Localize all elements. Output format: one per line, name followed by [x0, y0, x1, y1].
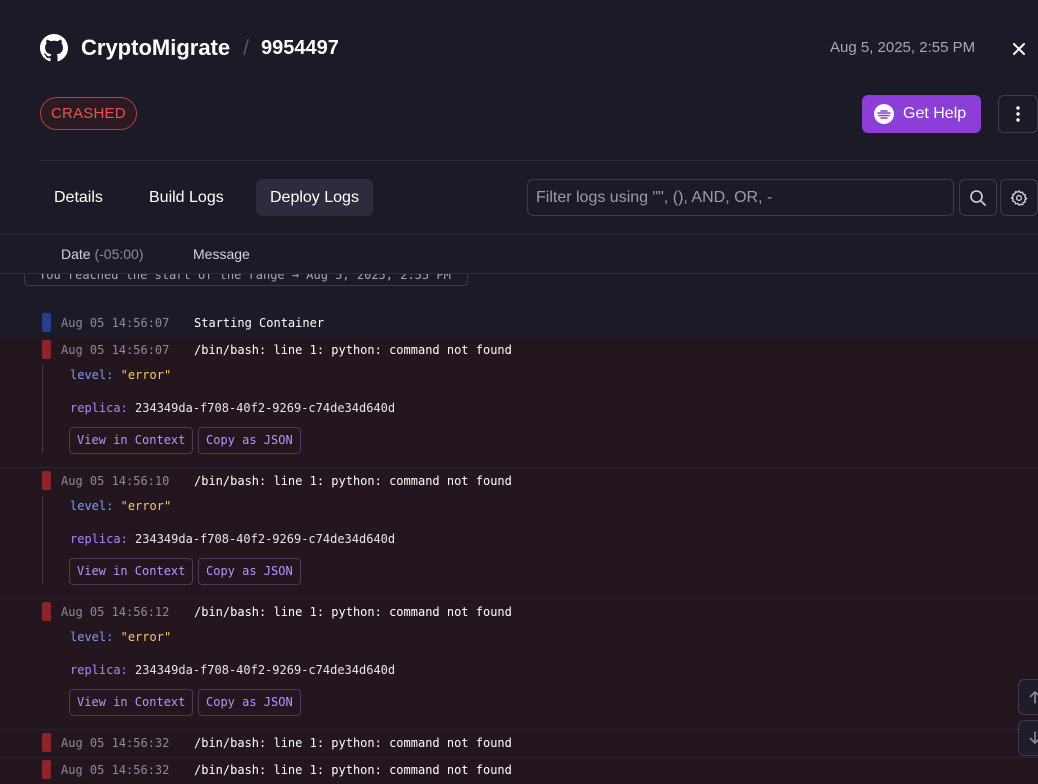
attribute-level: level: "error": [70, 368, 172, 382]
copy-as-json-button[interactable]: Copy as JSON: [198, 689, 301, 716]
close-icon: [1013, 43, 1025, 55]
log-list[interactable]: You reached the start of the range → Aug…: [0, 274, 1038, 784]
log-time: Aug 05 14:56:07: [61, 343, 170, 357]
detail-guide-line: [42, 365, 43, 453]
log-time: Aug 05 14:56:12: [61, 605, 170, 619]
header-divider: [40, 160, 1038, 161]
search-button[interactable]: [959, 179, 997, 216]
log-message: Starting Container: [194, 316, 325, 330]
tab-deploy-logs[interactable]: Deploy Logs: [256, 179, 373, 216]
log-row[interactable]: Aug 05 14:56:32 /bin/bash: line 1: pytho…: [0, 731, 1038, 758]
arrow-down-icon: [1029, 731, 1038, 745]
log-settings-button[interactable]: [1000, 179, 1038, 216]
project-name[interactable]: CryptoMigrate: [81, 34, 230, 62]
log-time: Aug 05 14:56:07: [61, 316, 170, 330]
help-railway-icon: [874, 104, 894, 124]
error-level-indicator: [42, 340, 51, 359]
message-column-header[interactable]: Message: [193, 245, 250, 263]
log-row[interactable]: Aug 05 14:56:32 /bin/bash: line 1: pytho…: [0, 758, 1038, 784]
scroll-to-bottom-button[interactable]: [1018, 720, 1038, 756]
attribute-replica: replica: 234349da-f708-40f2-9269-c74de34…: [70, 663, 396, 677]
log-message: /bin/bash: line 1: python: command not f…: [194, 736, 512, 750]
error-level-indicator: [42, 471, 51, 490]
search-icon: [970, 189, 986, 206]
github-icon: [40, 34, 68, 62]
log-message: /bin/bash: line 1: python: command not f…: [194, 343, 512, 357]
deployment-id: 9954497: [261, 37, 339, 59]
copy-as-json-button[interactable]: Copy as JSON: [198, 558, 301, 585]
tab-details[interactable]: Details: [40, 179, 117, 216]
gear-icon: [1010, 189, 1028, 206]
error-level-indicator: [42, 733, 51, 752]
view-in-context-button[interactable]: View in Context: [69, 689, 194, 716]
close-button[interactable]: [1008, 38, 1030, 60]
tab-build-logs[interactable]: Build Logs: [135, 179, 238, 216]
deployment-header: CryptoMigrate / 9954497 Aug 5, 2025, 2:5…: [0, 0, 1038, 235]
range-start-notice: You reached the start of the range → Aug…: [24, 274, 468, 286]
attribute-replica: replica: 234349da-f708-40f2-9269-c74de34…: [70, 401, 396, 415]
date-column-header[interactable]: Date (-05:00): [61, 245, 144, 263]
get-help-label: Get Help: [903, 105, 967, 122]
log-time: Aug 05 14:56:10: [61, 474, 170, 488]
log-column-header: Date (-05:00) Message: [0, 234, 1038, 274]
timezone-offset: (-05:00): [94, 246, 144, 262]
attribute-replica: replica: 234349da-f708-40f2-9269-c74de34…: [70, 532, 396, 546]
error-level-indicator: [42, 602, 51, 621]
vertical-ellipsis-icon: [1016, 106, 1020, 122]
copy-as-json-button[interactable]: Copy as JSON: [198, 427, 301, 454]
log-message: /bin/bash: line 1: python: command not f…: [194, 763, 512, 777]
arrow-up-icon: [1029, 690, 1038, 704]
log-message: /bin/bash: line 1: python: command not f…: [194, 605, 512, 619]
more-options-button[interactable]: [998, 95, 1038, 133]
date-column-label: Date: [61, 246, 91, 262]
breadcrumb-separator: /: [243, 35, 250, 60]
error-level-indicator: [42, 760, 51, 779]
scroll-to-top-button[interactable]: [1018, 679, 1038, 715]
deployment-timestamp: Aug 5, 2025, 2:55 PM: [830, 39, 976, 56]
log-row-expanded[interactable]: Aug 05 14:56:12 /bin/bash: line 1: pytho…: [0, 600, 1038, 730]
log-row[interactable]: Aug 05 14:56:07 Starting Container: [0, 311, 1038, 338]
view-in-context-button[interactable]: View in Context: [69, 427, 194, 454]
attribute-level: level: "error": [70, 630, 172, 644]
log-time: Aug 05 14:56:32: [61, 763, 170, 777]
log-row-expanded[interactable]: Aug 05 14:56:07 /bin/bash: line 1: pytho…: [0, 338, 1038, 468]
log-row-expanded[interactable]: Aug 05 14:56:10 /bin/bash: line 1: pytho…: [0, 469, 1038, 599]
log-message: /bin/bash: line 1: python: command not f…: [194, 474, 512, 488]
log-filter-input[interactable]: [527, 179, 954, 216]
status-badge: CRASHED: [40, 97, 137, 130]
log-time: Aug 05 14:56:32: [61, 736, 170, 750]
info-level-indicator: [42, 313, 51, 332]
view-in-context-button[interactable]: View in Context: [69, 558, 194, 585]
get-help-button[interactable]: Get Help: [862, 95, 981, 133]
detail-guide-line: [42, 496, 43, 584]
attribute-level: level: "error": [70, 499, 172, 513]
